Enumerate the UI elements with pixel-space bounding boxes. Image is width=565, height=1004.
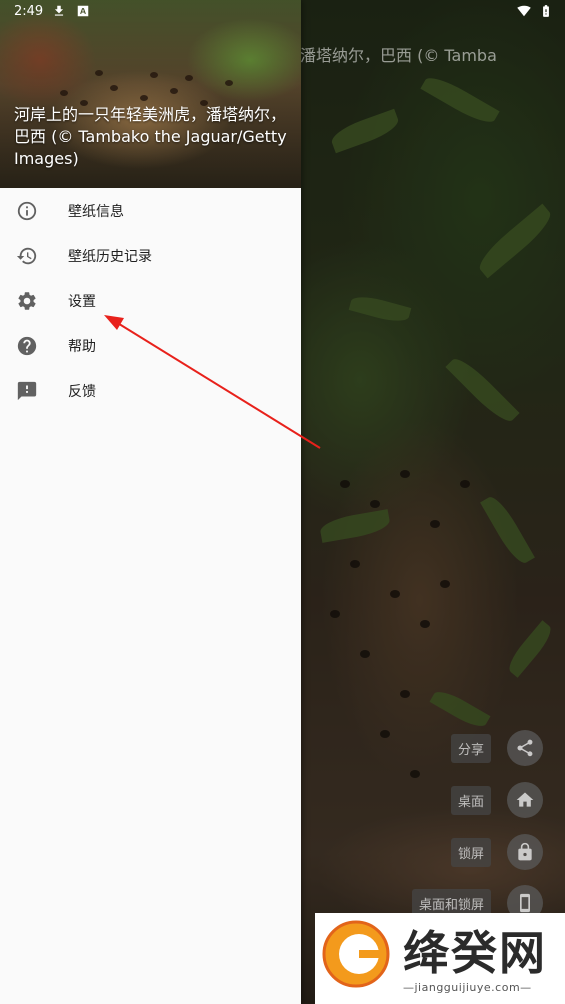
watermark: 绛癸网 —jiangguijiuye.com—: [315, 913, 565, 1004]
annotation-arrow: [104, 315, 321, 449]
watermark-url: —jiangguijiuye.com—: [403, 981, 532, 994]
watermark-name: 绛癸网: [403, 926, 547, 980]
watermark-logo-icon: [322, 920, 390, 988]
